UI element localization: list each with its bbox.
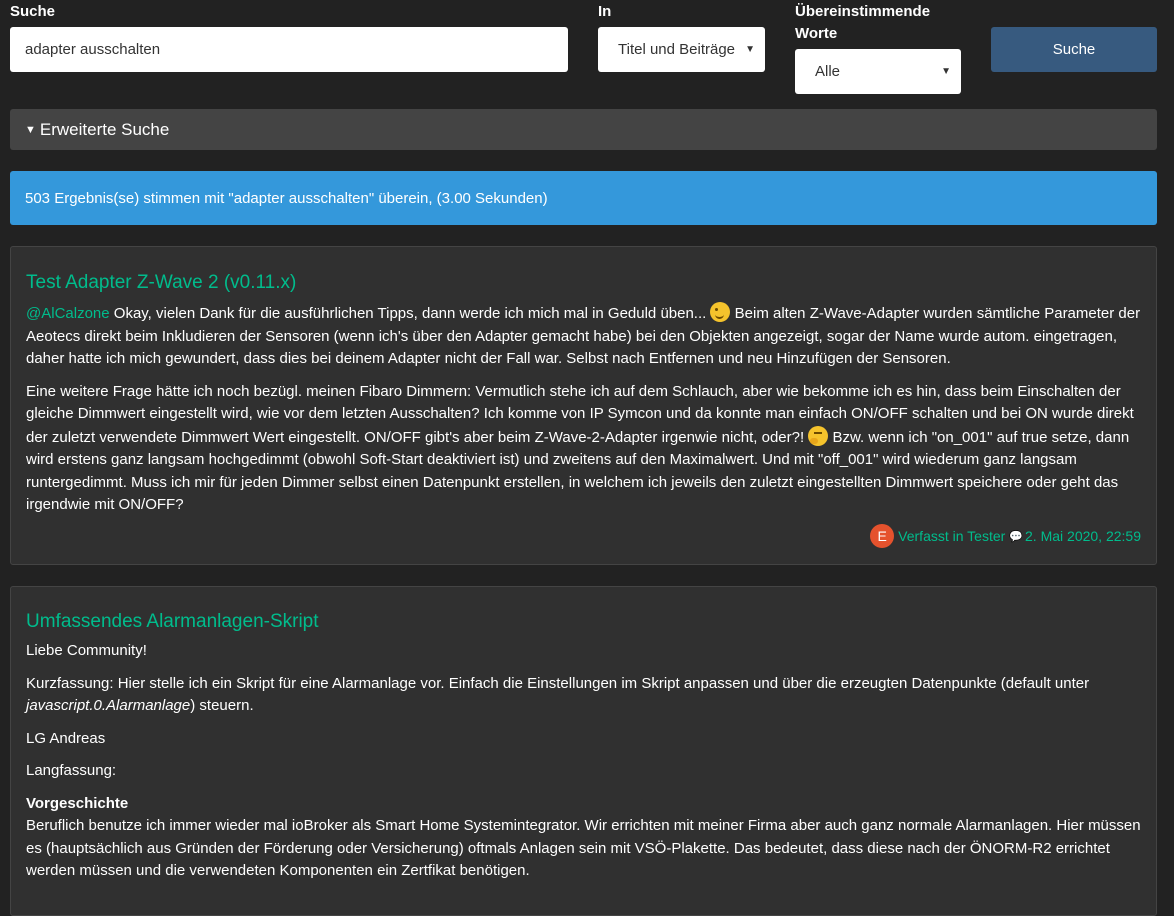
match-select[interactable]: Alle ▼	[795, 49, 961, 94]
advanced-search-label: Erweiterte Suche	[39, 119, 170, 139]
search-result: Umfassendes Alarmanlagen-Skript Liebe Co…	[10, 586, 1157, 916]
result-meta: E Verfasst in Tester 💬 2. Mai 2020, 22:5…	[870, 524, 1141, 548]
result-paragraph: LG Andreas	[26, 729, 106, 747]
section-heading: Vorgeschichte	[26, 794, 129, 812]
match-label-line2: Worte	[795, 25, 838, 42]
search-result: Test Adapter Z-Wave 2 (v0.11.x) @AlCalzo…	[10, 246, 1157, 565]
chevron-down-icon: ▼	[745, 44, 755, 55]
result-author-link[interactable]: Verfasst in Tester	[898, 528, 1005, 544]
search-input-value: adapter ausschalten	[25, 41, 161, 58]
winking-face-emoji-icon	[710, 302, 731, 322]
search-button[interactable]: Suche	[991, 27, 1157, 72]
text-segment: Kurzfassung: Hier stelle ich ein Skript …	[26, 674, 1090, 692]
match-label: Übereinstimmende Worte	[795, 1, 930, 45]
result-paragraph: Vorgeschichte Beruflich benutze ich imme…	[26, 793, 1141, 883]
advanced-search-toggle[interactable]: ▼ Erweiterte Suche	[10, 109, 1157, 150]
in-label: In	[598, 3, 612, 20]
text-segment: ) steuern.	[190, 697, 254, 714]
text-segment: javascript.0.Alarmanlage	[26, 697, 191, 714]
in-select[interactable]: Titel und Beiträge ▼	[598, 27, 765, 72]
result-date-link[interactable]: 2. Mai 2020, 22:59	[1025, 528, 1141, 544]
result-title[interactable]: Umfassendes Alarmanlagen-Skript	[26, 611, 1141, 633]
thinking-face-emoji-icon	[808, 425, 829, 446]
comments-icon: 💬	[1009, 530, 1024, 543]
match-label-line1: Übereinstimmende	[795, 3, 931, 20]
avatar[interactable]: E	[870, 524, 895, 548]
result-paragraph: Eine weitere Frage hätte ich noch bezügl…	[26, 381, 1141, 517]
match-select-value: Alle	[815, 63, 841, 80]
text-segment: Okay, vielen Dank für die ausführlichen …	[109, 305, 711, 322]
search-input[interactable]: adapter ausschalten	[10, 27, 568, 72]
result-paragraph: Liebe Community!	[26, 642, 147, 659]
caret-down-icon: ▼	[25, 123, 36, 136]
result-paragraph: @AlCalzone Okay, vielen Dank für die aus…	[26, 302, 1141, 371]
chevron-down-icon: ▼	[941, 66, 951, 77]
search-label: Suche	[10, 3, 56, 20]
result-title[interactable]: Test Adapter Z-Wave 2 (v0.11.x)	[26, 272, 1141, 294]
text-segment: Beruflich benutze ich immer wieder mal i…	[26, 817, 1141, 879]
result-summary-text: 503 Ergebnis(se) stimmen mit "adapter au…	[25, 189, 548, 207]
result-summary: 503 Ergebnis(se) stimmen mit "adapter au…	[10, 171, 1157, 225]
in-select-value: Titel und Beiträge	[618, 41, 736, 58]
result-paragraph: Langfassung:	[26, 762, 117, 779]
result-paragraph: Kurzfassung: Hier stelle ich ein Skript …	[26, 673, 1141, 718]
user-mention-link[interactable]: @AlCalzone	[26, 305, 110, 322]
